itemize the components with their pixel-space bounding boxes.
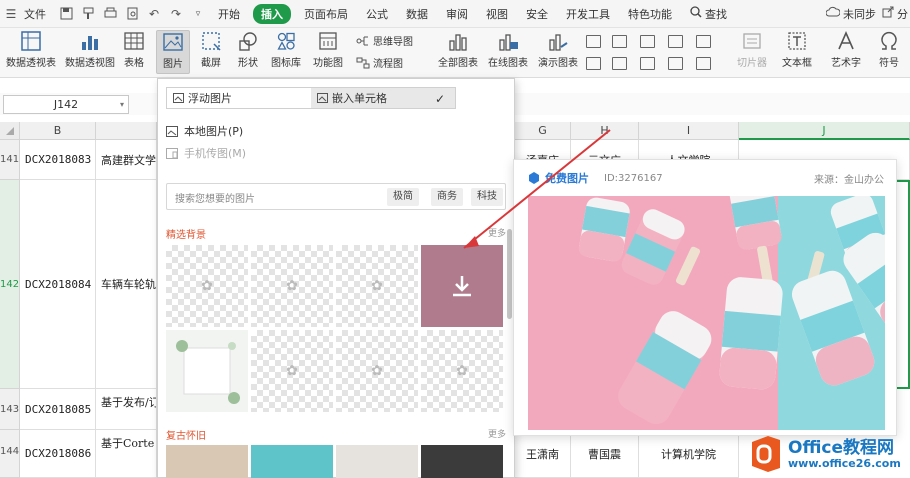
watermark-text: Office教程网 www.office26.com [788, 439, 901, 470]
annotation-arrow [463, 129, 611, 249]
watermark-brand: Office教程网 [788, 437, 895, 458]
office-logo-icon [752, 436, 780, 472]
office26-watermark: Office教程网 www.office26.com [748, 430, 910, 478]
wps-window: ☰ 文件 ↶ ↷ ▿ 开始 插入 页面布局 公式 数据 审阅 视图 安全 开发工… [0, 0, 910, 478]
watermark-url: www.office26.com [788, 456, 901, 470]
